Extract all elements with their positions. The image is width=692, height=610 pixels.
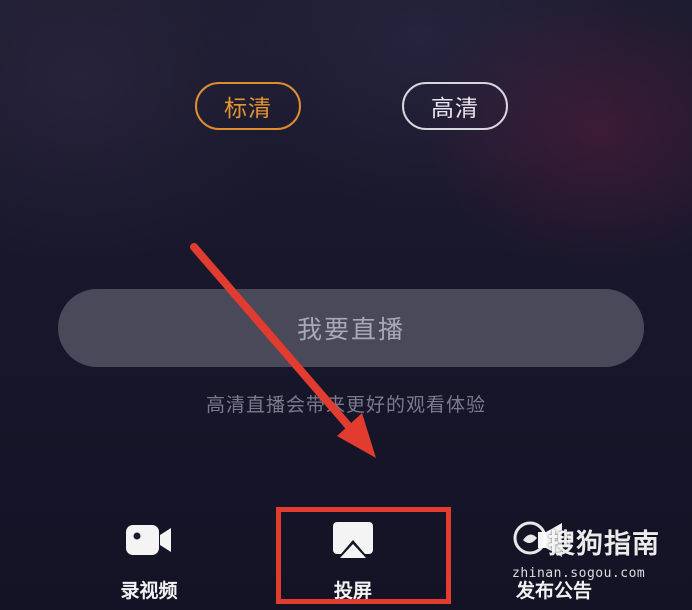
video-camera-icon <box>123 518 175 562</box>
live-setup-screen: 标清 高清 我要直播 高清直播会带来更好的观看体验 录视频 投屏 发布公告 搜狗… <box>0 0 692 610</box>
record-video-button[interactable]: 录视频 <box>94 518 204 603</box>
watermark-url: zhinan.sogou.com <box>512 566 646 581</box>
sogou-watermark: 搜狗指南 zhinan.sogou.com <box>510 520 688 588</box>
go-live-button[interactable]: 我要直播 <box>58 289 644 367</box>
sogou-logo-icon <box>513 521 547 555</box>
quality-standard-button[interactable]: 标清 <box>195 82 301 130</box>
quality-high-button[interactable]: 高清 <box>402 82 508 130</box>
watermark-brand: 搜狗指南 <box>548 529 660 560</box>
quality-hint-text: 高清直播会带来更好的观看体验 <box>205 394 486 416</box>
annotation-highlight-box <box>276 507 451 604</box>
record-video-label: 录视频 <box>120 580 178 602</box>
